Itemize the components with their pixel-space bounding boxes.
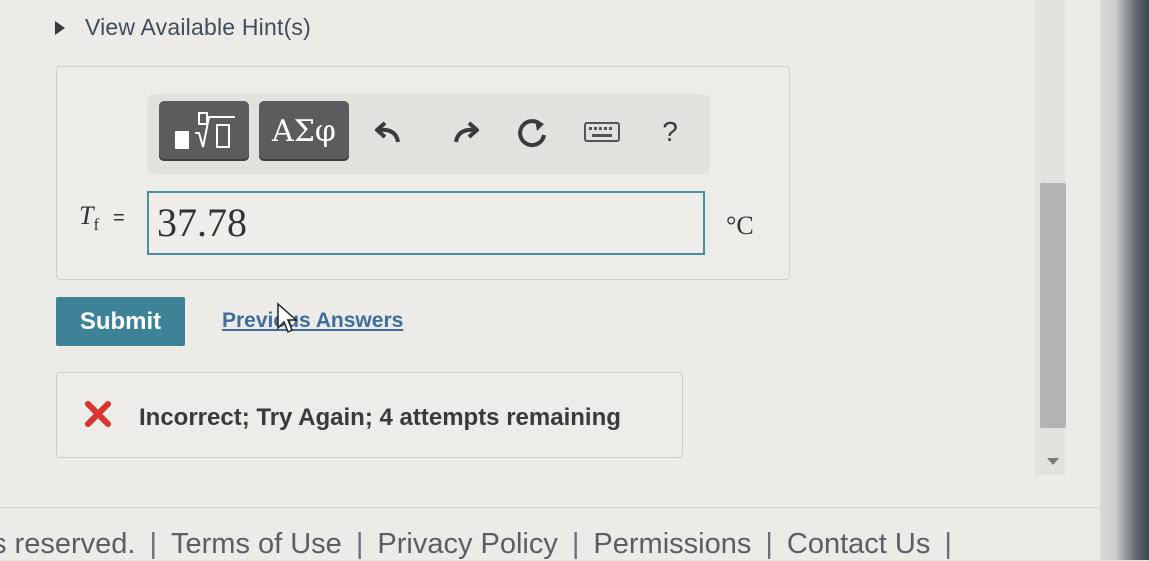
- help-button[interactable]: ?: [650, 112, 690, 152]
- hint-label: View Available Hint(s): [85, 14, 311, 40]
- equals-sign: =: [113, 207, 125, 229]
- variable-subscript: f: [93, 215, 100, 235]
- greek-label: ΑΣφ: [272, 113, 336, 149]
- page: View Available Hint(s) ΑΣφ ? Tf = 37.78 …: [0, 0, 1100, 560]
- answer-panel: ΑΣφ ? Tf = 37.78 °C: [56, 66, 790, 280]
- footer-separator: |: [355, 528, 364, 560]
- footer-link-terms[interactable]: Terms of Use: [171, 528, 342, 561]
- answer-input[interactable]: 37.78: [147, 191, 705, 255]
- footer: s reserved. | Terms of Use | Privacy Pol…: [0, 528, 966, 561]
- scroll-down-icon[interactable]: [1047, 458, 1059, 465]
- unit-label: °C: [726, 211, 754, 240]
- templates-button[interactable]: [159, 101, 249, 161]
- keyboard-icon: [584, 122, 620, 142]
- feedback-box: Incorrect; Try Again; 4 attempts remaini…: [56, 372, 683, 458]
- submit-button[interactable]: Submit: [56, 297, 185, 346]
- footer-link-permissions[interactable]: Permissions: [593, 528, 751, 561]
- reset-icon: [518, 119, 546, 148]
- footer-divider: [0, 507, 1100, 508]
- x-icon: [85, 401, 111, 427]
- variable-label: Tf: [79, 201, 99, 235]
- math-toolbar: ΑΣφ ?: [147, 94, 710, 174]
- view-hints-toggle[interactable]: View Available Hint(s): [55, 14, 311, 41]
- window-edge: [1100, 0, 1149, 560]
- keyboard-button[interactable]: [582, 112, 622, 152]
- footer-link-contact[interactable]: Contact Us: [787, 528, 930, 561]
- help-icon: ?: [662, 116, 678, 147]
- variable-symbol: T: [79, 201, 94, 230]
- reset-button[interactable]: [512, 112, 552, 152]
- previous-answers-link[interactable]: Previous Answers: [222, 309, 403, 333]
- footer-separator: |: [765, 528, 773, 560]
- footer-separator: |: [944, 528, 952, 560]
- undo-icon: [375, 121, 400, 143]
- footer-link-privacy[interactable]: Privacy Policy: [377, 528, 558, 561]
- rights-text: s reserved.: [0, 528, 136, 560]
- feedback-text: Incorrect; Try Again; 4 attempts remaini…: [139, 404, 621, 431]
- redo-icon: [454, 121, 479, 143]
- scrollbar-thumb[interactable]: [1040, 183, 1066, 428]
- undo-button[interactable]: [369, 112, 409, 152]
- footer-separator: |: [571, 528, 580, 560]
- footer-separator: |: [149, 528, 157, 560]
- triangle-right-icon: [55, 20, 65, 35]
- mouse-cursor-icon: [277, 302, 298, 334]
- greek-symbols-button[interactable]: ΑΣφ: [259, 101, 349, 161]
- templates-icon: [175, 112, 235, 149]
- redo-button[interactable]: [445, 112, 485, 152]
